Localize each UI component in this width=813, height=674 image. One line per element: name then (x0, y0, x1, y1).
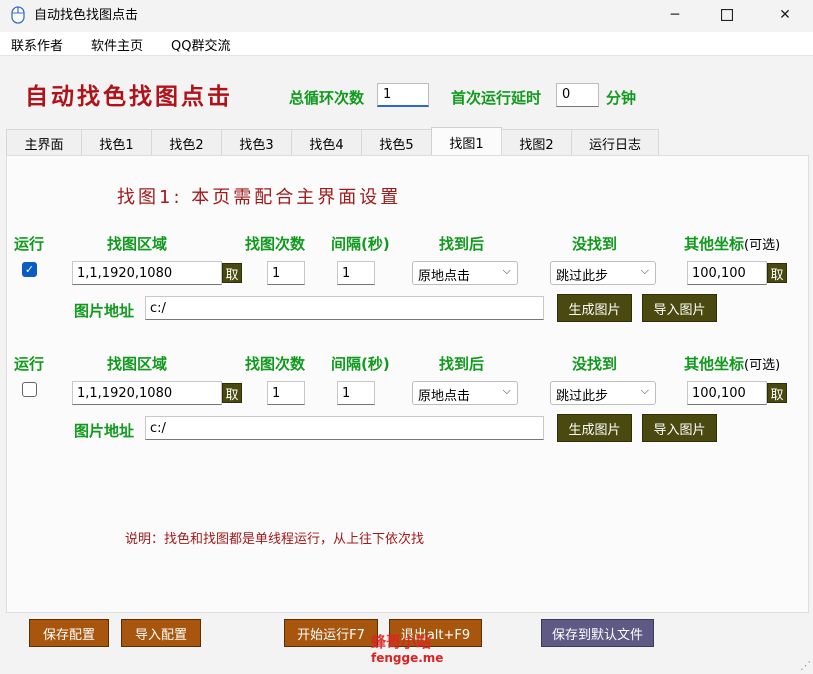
menu-bar: 联系作者 软件主页 QQ群交流 (0, 32, 813, 56)
row2-generate-image-button[interactable]: 生成图片 (557, 414, 632, 442)
header-region: 找图区域 (107, 355, 168, 373)
resize-grip-icon[interactable]: ⋰ (800, 659, 811, 672)
row1-pick-region-button[interactable]: 取 (222, 263, 242, 283)
tab-color-3[interactable]: 找色3 (221, 129, 292, 156)
row2-count-input[interactable]: 1 (267, 381, 305, 405)
menu-qq-group[interactable]: QQ群交流 (171, 35, 230, 54)
row1-count-input[interactable]: 1 (267, 261, 305, 285)
header-region: 找图区域 (107, 235, 168, 253)
header-interval: 间隔(秒) (331, 355, 390, 373)
window-title: 自动找色找图点击 (34, 8, 139, 23)
tab-main[interactable]: 主界面 (6, 129, 82, 156)
tab-image-1[interactable]: 找图1 (431, 127, 502, 156)
row1-pick-coord-button[interactable]: 取 (767, 263, 787, 283)
minimize-icon[interactable]: ─ (652, 0, 698, 30)
title-bar: 自动找色找图点击 ─ ✕ (0, 0, 813, 30)
first-delay-label: 首次运行延时 (451, 89, 542, 107)
panel-title: 找图1: 本页需配合主界面设置 (117, 187, 402, 208)
row2-interval-input[interactable]: 1 (337, 381, 375, 405)
chevron-down-icon: ⌵ (502, 384, 511, 397)
delay-unit-label: 分钟 (606, 89, 637, 107)
header-after-found: 找到后 (439, 355, 485, 373)
header-count: 找图次数 (245, 355, 306, 373)
tab-run-log[interactable]: 运行日志 (571, 129, 659, 156)
chevron-down-icon: ⌵ (640, 264, 649, 277)
save-config-button[interactable]: 保存配置 (29, 619, 109, 647)
row2-pick-coord-button[interactable]: 取 (767, 383, 787, 403)
header-not-found: 没找到 (572, 355, 618, 373)
row2-region-input[interactable]: 1,1,1920,1080 (72, 381, 222, 405)
import-config-button[interactable]: 导入配置 (121, 619, 201, 647)
mouse-icon (11, 6, 25, 24)
tab-color-2[interactable]: 找色2 (151, 129, 222, 156)
watermark-url: fengge.me (371, 651, 444, 665)
header-count: 找图次数 (245, 235, 306, 253)
row1-generate-image-button[interactable]: 生成图片 (557, 294, 632, 322)
row2-import-image-button[interactable]: 导入图片 (642, 414, 717, 442)
tab-panel-image-1: 找图1: 本页需配合主界面设置 运行 找图区域 找图次数 间隔(秒) 找到后 没… (6, 155, 809, 613)
row2-after-found-select[interactable]: 原地点击 ⌵ (412, 381, 518, 405)
app-big-title: 自动找色找图点击 (25, 84, 233, 110)
tab-image-2[interactable]: 找图2 (501, 129, 572, 156)
header: 自动找色找图点击 总循环次数 1 首次运行延时 0 分钟 (0, 57, 813, 129)
row2-not-found-select[interactable]: 跳过此步 ⌵ (550, 381, 656, 405)
header-interval: 间隔(秒) (331, 235, 390, 253)
row1-not-found-select[interactable]: 跳过此步 ⌵ (550, 261, 656, 285)
menu-contact-author[interactable]: 联系作者 (11, 35, 63, 54)
row2-other-coord-input[interactable]: 100,100 (687, 381, 767, 405)
tab-color-4[interactable]: 找色4 (291, 129, 362, 156)
loop-count-label: 总循环次数 (289, 89, 365, 107)
row2-image-path-input[interactable]: c:/ (145, 416, 544, 440)
loop-count-input[interactable]: 1 (377, 83, 429, 107)
row2-run-checkbox[interactable] (22, 382, 37, 397)
watermark-text: 蜂哥小站 (371, 633, 432, 651)
tab-color-5[interactable]: 找色5 (361, 129, 432, 156)
menu-homepage[interactable]: 软件主页 (91, 35, 143, 54)
close-icon[interactable]: ✕ (762, 0, 808, 30)
header-other-coord: 其他坐标(可选) (684, 235, 781, 253)
usage-note: 说明：找色和找图都是单线程运行，从上往下依次找 (125, 532, 425, 547)
row1-image-path-input[interactable]: c:/ (145, 296, 544, 320)
header-run: 运行 (14, 235, 45, 253)
first-delay-input[interactable]: 0 (556, 83, 599, 107)
row1-run-checkbox[interactable]: ✓ (22, 262, 37, 277)
row2-image-path-label: 图片地址 (74, 422, 135, 440)
header-not-found: 没找到 (572, 235, 618, 253)
row1-region-input[interactable]: 1,1,1920,1080 (72, 261, 222, 285)
row1-interval-input[interactable]: 1 (337, 261, 375, 285)
chevron-down-icon: ⌵ (640, 384, 649, 397)
chevron-down-icon: ⌵ (502, 264, 511, 277)
tab-color-1[interactable]: 找色1 (81, 129, 152, 156)
row1-other-coord-input[interactable]: 100,100 (687, 261, 767, 285)
save-default-file-button[interactable]: 保存到默认文件 (541, 619, 654, 647)
row1-after-found-select[interactable]: 原地点击 ⌵ (412, 261, 518, 285)
header-other-coord: 其他坐标(可选) (684, 355, 781, 373)
maximize-icon[interactable] (704, 0, 750, 30)
row1-image-path-label: 图片地址 (74, 302, 135, 320)
row1-import-image-button[interactable]: 导入图片 (642, 294, 717, 322)
header-run: 运行 (14, 355, 45, 373)
start-run-button[interactable]: 开始运行F7 (284, 619, 378, 647)
row2-pick-region-button[interactable]: 取 (222, 383, 242, 403)
header-after-found: 找到后 (439, 235, 485, 253)
